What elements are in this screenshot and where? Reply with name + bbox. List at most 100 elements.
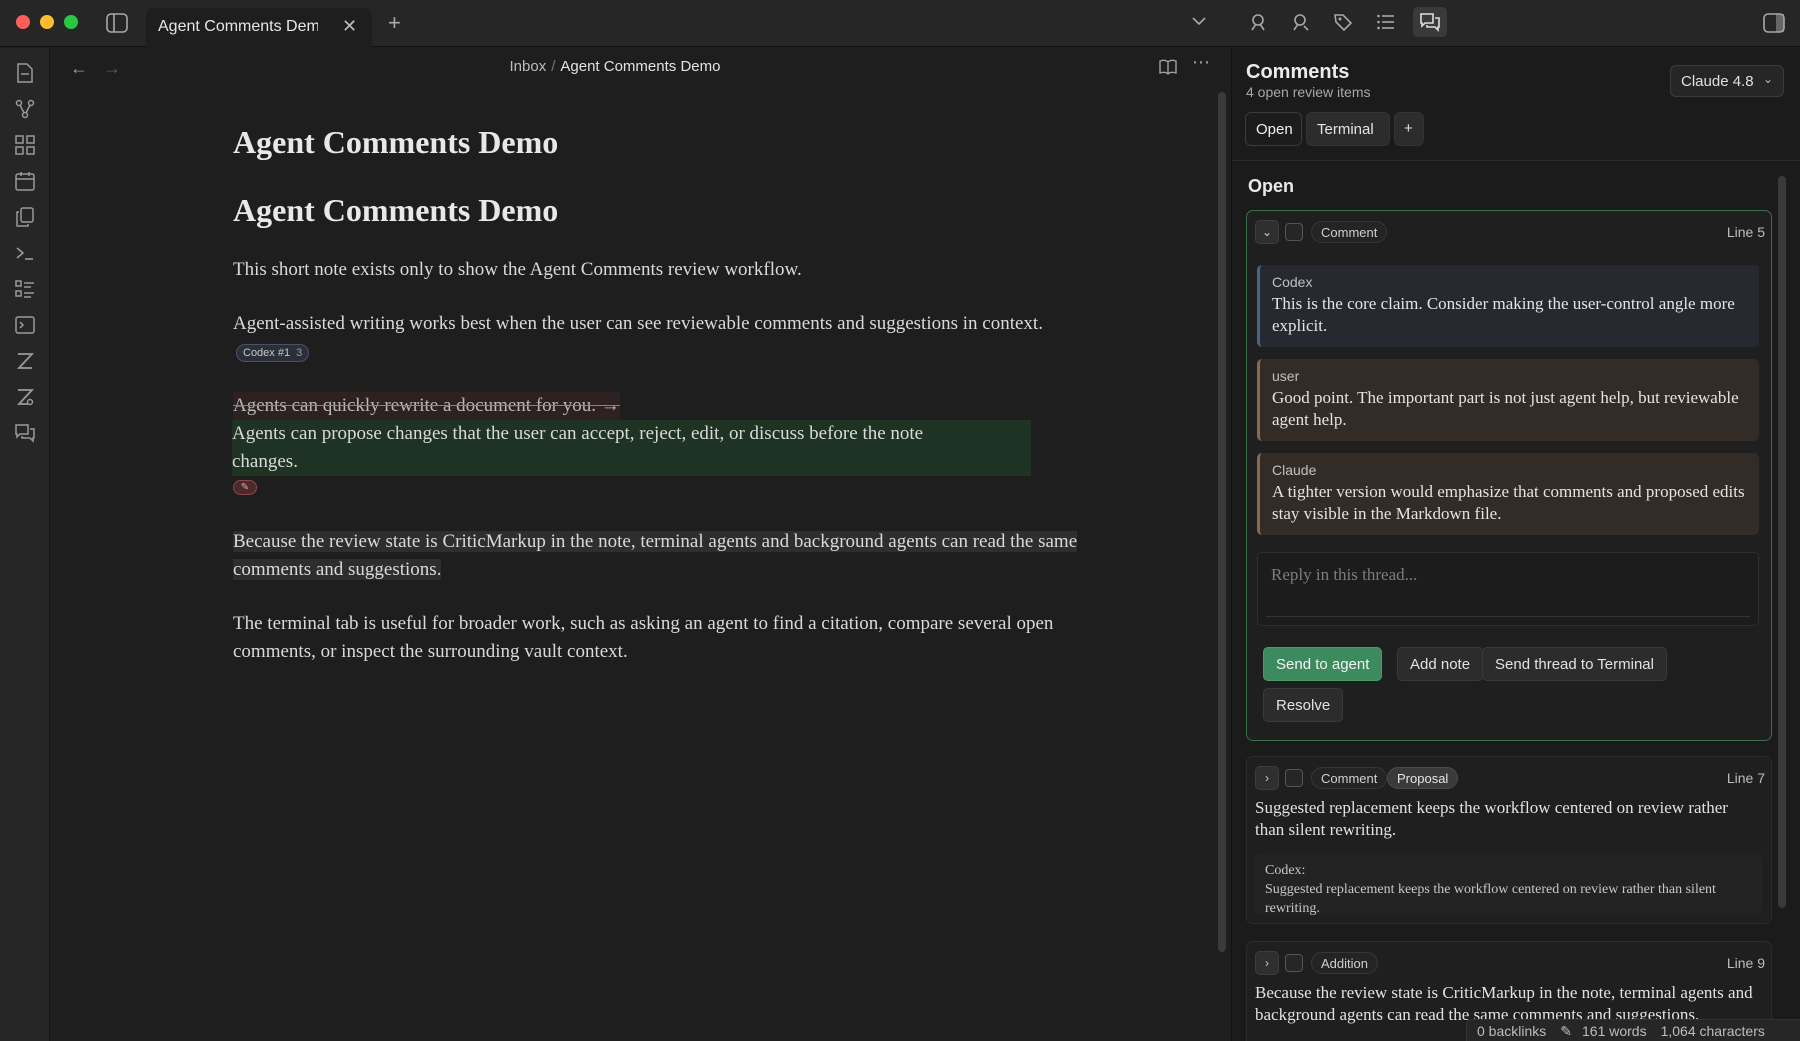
note-heading: Agent Comments Demo (233, 192, 559, 228)
model-selector[interactable]: Claude 4.8 ⌄ (1670, 65, 1784, 97)
thread-message-user: user Good point. The important part is n… (1257, 359, 1759, 441)
add-tab-button[interactable]: + (1394, 112, 1424, 146)
deleted-text: Agents can quickly rewrite a document fo… (233, 395, 596, 416)
thread-message-claude: Claude A tighter version would emphasize… (1257, 453, 1759, 535)
card-summary: Suggested replacement keeps the workflow… (1255, 798, 1728, 839)
select-checkbox[interactable] (1285, 769, 1303, 787)
select-checkbox[interactable] (1285, 223, 1303, 241)
calendar-icon[interactable] (13, 169, 37, 193)
replace-arrow: → (596, 395, 620, 416)
editor-scrollbar[interactable] (1218, 92, 1226, 952)
close-window-button[interactable] (16, 15, 30, 29)
editor-pane: ← → Inbox / Agent Comments Demo ⋯ Agent Co… (50, 48, 1230, 1041)
line-reference[interactable]: Line 5 (1727, 224, 1765, 240)
message-author: Claude (1272, 462, 1317, 478)
document-body[interactable]: Agent Comments Demo Agent Comments Demo … (232, 122, 1083, 666)
word-count: 161 words (1582, 1023, 1647, 1039)
quote-text: Suggested replacement keeps the workflow… (1265, 882, 1716, 916)
status-bar: 0 backlinks ✎ 161 words 1,064 characters (1466, 1019, 1800, 1041)
send-to-agent-button[interactable]: Send to agent (1263, 647, 1383, 681)
character-count: 1,064 characters (1660, 1023, 1765, 1039)
agent-icon[interactable] (1248, 12, 1268, 32)
message-text: This is the core claim. Consider making … (1272, 294, 1735, 335)
tab-terminal[interactable]: Terminal (1306, 112, 1390, 146)
resolve-button[interactable]: Resolve (1263, 688, 1344, 722)
thread-message-codex: Codex This is the core claim. Consider m… (1257, 265, 1759, 347)
tab-title: Agent Comments Demo (158, 18, 318, 35)
message-text: Good point. The important part is not ju… (1272, 388, 1739, 429)
message-author: user (1272, 368, 1300, 384)
panel-divider (1232, 160, 1800, 161)
type-pill: Addition (1311, 952, 1378, 974)
terminal-icon[interactable] (13, 241, 37, 265)
agent-run-icon[interactable] (1290, 12, 1310, 32)
grid-icon[interactable] (13, 133, 37, 157)
maximize-window-button[interactable] (64, 15, 78, 29)
chevron-down-icon[interactable] (1192, 16, 1206, 26)
panel-scrollbar[interactable] (1778, 176, 1786, 908)
copy-icon[interactable] (13, 205, 37, 229)
paragraph-agent-assisted: Agent-assisted writing works best when t… (233, 310, 1083, 366)
line-reference[interactable]: Line 7 (1727, 770, 1765, 786)
close-tab-icon[interactable]: ✕ (342, 16, 357, 37)
proposal-badge: Proposal (1387, 767, 1459, 789)
model-name: Claude 4.8 (1681, 73, 1754, 90)
expand-chevron-icon[interactable]: › (1255, 766, 1279, 790)
left-ribbon (0, 48, 50, 1041)
breadcrumb-current[interactable]: Agent Comments Demo (560, 58, 720, 75)
comment-card-line-7[interactable]: › Comment Proposal Line 7 Suggested repl… (1246, 756, 1772, 924)
type-pill: Comment (1311, 221, 1388, 243)
paragraph-criticmarkup-text: Because the review state is CriticMarkup… (233, 531, 1078, 580)
pencil-icon[interactable]: ✎ (1560, 1023, 1572, 1039)
breadcrumb-parent[interactable]: Inbox (510, 58, 547, 75)
deleted-suggestion[interactable]: Agents can quickly rewrite a document fo… (233, 392, 620, 420)
zotero-search-icon[interactable] (13, 385, 37, 409)
panel-subtitle: 4 open review items (1246, 84, 1371, 100)
type-pill: Comment (1311, 767, 1388, 789)
proposal-quote: Codex: Suggested replacement keeps the w… (1255, 853, 1763, 916)
comments-icon[interactable] (13, 421, 37, 445)
add-note-button[interactable]: Add note (1397, 647, 1484, 681)
card-header: › Comment Proposal Line 7 (1255, 766, 1765, 790)
minimize-window-button[interactable] (40, 15, 54, 29)
outline-icon[interactable] (1376, 12, 1396, 32)
sidebar-toggle-icon[interactable] (106, 13, 128, 33)
paragraph-agent-assisted-text: Agent-assisted writing works best when t… (233, 313, 1043, 334)
more-options-icon[interactable]: ⋯ (1192, 52, 1210, 73)
collapse-chevron-icon[interactable]: ⌄ (1255, 220, 1279, 244)
inserted-suggestion[interactable]: Agents can propose changes that the user… (232, 420, 1031, 476)
new-tab-icon[interactable]: + (388, 10, 401, 36)
edit-marker-chip[interactable]: ✎ (233, 480, 257, 495)
tab-agent-comments-demo[interactable]: Agent Comments Demo ✕ (146, 8, 372, 47)
message-text: A tighter version would emphasize that c… (1272, 482, 1745, 523)
comment-marker-count: 3 (296, 346, 303, 359)
tag-icon[interactable] (1333, 12, 1353, 32)
paragraph-criticmarkup: Because the review state is CriticMarkup… (233, 528, 1083, 584)
comment-card-line-5[interactable]: ⌄ Comment Line 5 Codex This is the core … (1246, 210, 1772, 741)
reading-view-icon[interactable] (1159, 59, 1177, 75)
comments-panel: Comments 4 open review items Claude 4.8 ⌄… (1231, 48, 1800, 1041)
tab-open[interactable]: Open (1245, 112, 1302, 146)
breadcrumb: Inbox / Agent Comments Demo (50, 58, 1180, 75)
backlinks-count[interactable]: 0 backlinks (1477, 1023, 1546, 1039)
comment-marker-chip[interactable]: Codex #1 3 (236, 343, 310, 362)
panel-title: Comments (1246, 61, 1350, 83)
expand-chevron-icon[interactable]: › (1255, 951, 1279, 975)
reply-input[interactable]: Reply in this thread... (1257, 552, 1759, 626)
note-title: Agent Comments Demo (233, 124, 559, 160)
graph-icon[interactable] (13, 97, 37, 121)
line-reference[interactable]: Line 9 (1727, 955, 1765, 971)
paragraph-intro: This short note exists only to show the … (233, 259, 802, 280)
card-header: › Addition Line 9 (1255, 951, 1765, 975)
console-icon[interactable] (13, 313, 37, 337)
file-icon[interactable] (13, 61, 37, 85)
reply-underline (1266, 616, 1750, 617)
comments-icon[interactable] (1413, 7, 1447, 37)
send-thread-to-terminal-button[interactable]: Send thread to Terminal (1482, 647, 1667, 681)
zotero-icon[interactable] (13, 349, 37, 373)
right-sidebar-toggle-icon[interactable] (1763, 13, 1785, 33)
checklist-icon[interactable] (13, 277, 37, 301)
section-heading-open: Open (1248, 176, 1295, 196)
card-header: ⌄ Comment Line 5 (1255, 220, 1765, 244)
select-checkbox[interactable] (1285, 954, 1303, 972)
